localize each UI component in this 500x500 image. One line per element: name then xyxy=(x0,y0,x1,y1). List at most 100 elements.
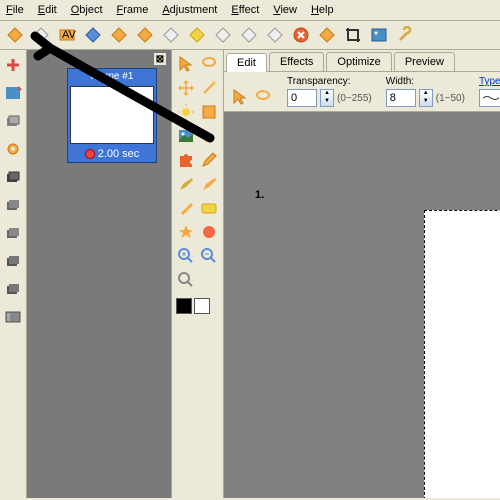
frames-icon xyxy=(4,308,22,326)
image-button[interactable] xyxy=(368,24,390,46)
side-button-5[interactable] xyxy=(2,166,24,188)
pencil-tool[interactable] xyxy=(199,150,219,170)
circle-tool[interactable] xyxy=(199,222,219,242)
zoom-out-icon xyxy=(200,247,218,265)
tool-button-6[interactable] xyxy=(134,24,156,46)
image-tool[interactable] xyxy=(176,126,196,146)
tab-preview[interactable]: Preview xyxy=(394,52,455,71)
star-tool[interactable] xyxy=(176,222,196,242)
menu-adjustment[interactable]: Adjustment xyxy=(162,4,217,16)
move-tool[interactable] xyxy=(176,78,196,98)
square-orange-icon xyxy=(200,103,218,121)
puzzle-tool[interactable] xyxy=(176,150,196,170)
menu-effect[interactable]: Effect xyxy=(231,4,259,16)
brightness-tool[interactable] xyxy=(176,102,196,122)
tab-optimize[interactable]: Optimize xyxy=(326,52,391,71)
tool-button-11[interactable] xyxy=(264,24,286,46)
close-circle-icon xyxy=(292,26,310,44)
background-color[interactable] xyxy=(194,298,210,314)
diamond-outline-icon xyxy=(32,26,50,44)
rect-yellow-icon xyxy=(200,199,218,217)
wand-tool[interactable] xyxy=(199,78,219,98)
diamond-blue-icon xyxy=(84,26,102,44)
menu-file[interactable]: File xyxy=(6,4,24,16)
opt-lasso[interactable] xyxy=(253,87,273,107)
sun-icon xyxy=(177,103,195,121)
menu-help[interactable]: Help xyxy=(311,4,334,16)
lasso-tool[interactable] xyxy=(199,54,219,74)
menu-frame[interactable]: Frame xyxy=(117,4,149,16)
text-tool[interactable]: T xyxy=(199,126,219,146)
width-label: Width: xyxy=(386,76,465,87)
line-type-select[interactable] xyxy=(479,89,500,107)
tab-edit[interactable]: Edit xyxy=(226,53,267,72)
menu-view[interactable]: View xyxy=(273,4,297,16)
picture-icon xyxy=(370,26,388,44)
frame-duration: 2.00 sec xyxy=(68,146,156,162)
pointer-tool[interactable] xyxy=(176,54,196,74)
tab-effects[interactable]: Effects xyxy=(269,52,324,71)
new-file-button[interactable] xyxy=(4,24,26,46)
crop-button[interactable] xyxy=(342,24,364,46)
width-input[interactable] xyxy=(386,89,416,107)
left-sidebar xyxy=(0,50,27,498)
diamond-icon xyxy=(240,26,258,44)
side-button-2[interactable] xyxy=(2,82,24,104)
tool-button-7[interactable] xyxy=(160,24,182,46)
side-button-7[interactable] xyxy=(2,222,24,244)
rect-tool[interactable] xyxy=(199,198,219,218)
tool-button-9[interactable] xyxy=(212,24,234,46)
zoom-fit-tool[interactable] xyxy=(176,270,196,290)
width-spinner[interactable]: ▲▼ xyxy=(419,89,433,107)
tool-button-10[interactable] xyxy=(238,24,260,46)
lasso-icon xyxy=(200,55,218,73)
side-button-3[interactable] xyxy=(2,110,24,132)
brush-gold-tool[interactable] xyxy=(176,174,196,194)
open-file-button[interactable] xyxy=(30,24,52,46)
side-add-button[interactable] xyxy=(2,54,24,76)
menu-edit[interactable]: Edit xyxy=(38,4,57,16)
side-button-9[interactable] xyxy=(2,278,24,300)
opt-cursor[interactable] xyxy=(230,87,250,107)
zoom-icon xyxy=(177,271,195,289)
diamond-icon xyxy=(110,26,128,44)
drawing-tools: T xyxy=(172,50,224,498)
zoom-in-icon xyxy=(177,247,195,265)
tool-button-8[interactable] xyxy=(186,24,208,46)
transparency-label: Transparency: xyxy=(287,76,372,87)
menubar: File Edit Object Frame Adjustment Effect… xyxy=(0,0,500,21)
transparency-input[interactable] xyxy=(287,89,317,107)
side-button-10[interactable] xyxy=(2,306,24,328)
brush-icon xyxy=(200,175,218,193)
tool-button-5[interactable] xyxy=(108,24,130,46)
pen-tool[interactable] xyxy=(176,198,196,218)
zoom-out-tool[interactable] xyxy=(199,246,219,266)
shape-tool[interactable] xyxy=(199,102,219,122)
diamond-icon xyxy=(162,26,180,44)
zoom-in-tool[interactable] xyxy=(176,246,196,266)
stack-icon xyxy=(4,224,22,242)
tool-button-13[interactable] xyxy=(316,24,338,46)
side-button-6[interactable] xyxy=(2,194,24,216)
side-button-4[interactable] xyxy=(2,138,24,160)
side-button-8[interactable] xyxy=(2,250,24,272)
stack-icon xyxy=(4,280,22,298)
close-button[interactable] xyxy=(290,24,312,46)
panel-close-button[interactable]: ⊠ xyxy=(153,52,167,66)
save-button[interactable] xyxy=(82,24,104,46)
canvas[interactable] xyxy=(424,210,500,498)
circle-icon xyxy=(200,223,218,241)
brush-tool[interactable] xyxy=(199,174,219,194)
tool-options-bar: Transparency: ▲▼ (0~255) Width: ▲▼ (1~50… xyxy=(224,72,500,112)
type-link[interactable]: Type xyxy=(479,76,500,87)
canvas-viewport[interactable] xyxy=(224,112,500,498)
transparency-spinner[interactable]: ▲▼ xyxy=(320,89,334,107)
foreground-color[interactable] xyxy=(176,298,192,314)
avi-button[interactable]: AVI xyxy=(56,24,78,46)
wrench-button[interactable] xyxy=(394,24,416,46)
menu-object[interactable]: Object xyxy=(71,4,103,16)
line-style-icon xyxy=(482,94,500,102)
avi-icon: AVI xyxy=(58,26,76,44)
frame-item[interactable]: Frame #1 2.00 sec xyxy=(67,68,157,163)
transparency-range: (0~255) xyxy=(337,93,372,104)
